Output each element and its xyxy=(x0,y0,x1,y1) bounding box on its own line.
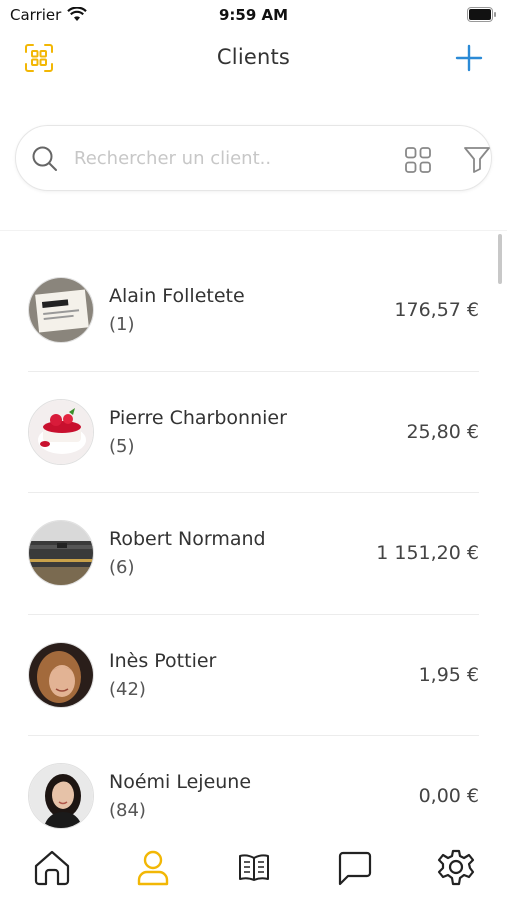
grid-view-icon[interactable] xyxy=(404,146,432,174)
woman-portrait-photo-icon xyxy=(29,764,93,828)
gear-icon[interactable] xyxy=(435,847,477,889)
client-name: Noémi Lejeune xyxy=(109,771,252,793)
avatar xyxy=(28,398,94,465)
nav-bar: Clients xyxy=(0,30,507,86)
laptop-photo-icon xyxy=(29,521,93,585)
client-name: Inès Pottier xyxy=(109,649,217,672)
book-icon[interactable] xyxy=(233,847,275,889)
battery-icon xyxy=(467,7,496,22)
client-count: (84) xyxy=(109,800,146,821)
add-client-button[interactable] xyxy=(455,44,483,72)
avatar xyxy=(28,277,94,343)
client-name: Alain Folletete xyxy=(109,285,245,307)
client-row[interactable]: Alain Folletete (1) 176,57 € xyxy=(0,250,507,372)
client-count: (1) xyxy=(109,314,135,335)
client-row[interactable]: Inès Pottier (42) 1,95 € xyxy=(0,615,507,736)
avatar xyxy=(28,641,94,708)
chat-icon[interactable] xyxy=(334,847,376,889)
note-photo-icon xyxy=(29,278,93,342)
client-amount: 0,00 € xyxy=(418,785,479,807)
home-icon[interactable] xyxy=(31,847,73,889)
client-row[interactable]: Pierre Charbonnier (5) 25,80 € xyxy=(0,372,507,493)
client-count: (5) xyxy=(109,435,135,457)
woman-photo-icon xyxy=(29,642,93,707)
client-row[interactable]: Robert Normand (6) 1 151,20 € xyxy=(0,493,507,615)
clock: 9:59 AM xyxy=(218,6,289,24)
client-amount: 176,57 € xyxy=(394,299,479,321)
search-icon xyxy=(32,146,57,171)
filter-icon[interactable] xyxy=(463,145,491,175)
search-input[interactable] xyxy=(74,143,374,173)
client-count: (6) xyxy=(109,557,135,578)
client-amount: 1,95 € xyxy=(418,663,479,686)
avatar xyxy=(28,763,94,829)
client-name: Robert Normand xyxy=(109,528,266,550)
client-name: Pierre Charbonnier xyxy=(109,406,287,429)
status-bar: Carrier 9:59 AM xyxy=(0,0,507,30)
search-bar xyxy=(15,125,492,191)
dessert-photo-icon xyxy=(29,399,93,464)
client-amount: 1 151,20 € xyxy=(376,542,479,564)
client-amount: 25,80 € xyxy=(406,420,479,443)
client-count: (42) xyxy=(109,678,146,700)
avatar xyxy=(28,520,94,586)
page-title: Clients xyxy=(216,45,291,69)
user-icon[interactable] xyxy=(132,847,174,889)
divider xyxy=(0,230,507,231)
tab-bar xyxy=(0,835,507,900)
